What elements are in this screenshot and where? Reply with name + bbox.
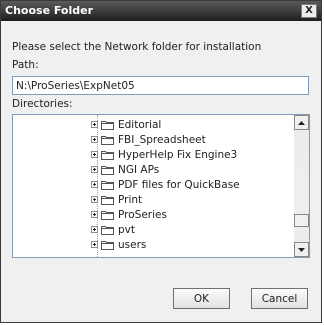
tree-item-label: Editorial <box>118 118 162 131</box>
arrow-up-icon <box>298 120 305 125</box>
vertical-scrollbar[interactable] <box>294 115 309 257</box>
folder-icon <box>101 135 114 145</box>
tree-item-label: Print <box>118 193 143 206</box>
scroll-thumb[interactable] <box>294 214 309 228</box>
path-label: Path: <box>12 59 39 71</box>
title-bar[interactable]: Choose Folder X <box>1 1 321 21</box>
expand-icon[interactable] <box>91 226 98 233</box>
close-button[interactable]: X <box>301 4 317 18</box>
close-icon: X <box>305 5 313 16</box>
directories-label: Directories: <box>12 98 73 110</box>
instruction-text: Please select the Network folder for ins… <box>12 41 262 53</box>
dialog-title: Choose Folder <box>5 4 94 17</box>
folder-icon <box>101 195 114 205</box>
tree-item-label: NGI APs <box>118 163 160 176</box>
expand-icon[interactable] <box>91 241 98 248</box>
tree-item[interactable]: users <box>91 238 146 251</box>
scroll-up-button[interactable] <box>294 115 309 130</box>
directories-tree[interactable]: Editorial FBI_Spreadsheet HyperHelp Fix … <box>12 114 310 258</box>
tree-item-label: ProSeries <box>118 208 167 221</box>
expand-icon[interactable] <box>91 166 98 173</box>
tree-item[interactable]: FBI_Spreadsheet <box>91 133 206 146</box>
cancel-button[interactable]: Cancel <box>251 288 308 309</box>
expand-icon[interactable] <box>91 151 98 158</box>
tree-item[interactable]: Editorial <box>91 118 161 131</box>
tree-item-label: FBI_Spreadsheet <box>118 133 206 146</box>
folder-icon <box>101 120 114 130</box>
tree-item[interactable]: PDF files for QuickBase <box>91 178 240 191</box>
ok-button[interactable]: OK <box>173 288 230 309</box>
expand-icon[interactable] <box>91 121 98 128</box>
folder-icon <box>101 180 114 190</box>
tree-item-label: pvt <box>118 223 135 236</box>
tree-item-label: PDF files for QuickBase <box>118 178 240 191</box>
folder-icon <box>101 225 114 235</box>
arrow-down-icon <box>298 247 305 252</box>
folder-icon <box>101 150 114 160</box>
folder-icon <box>101 165 114 175</box>
expand-icon[interactable] <box>91 211 98 218</box>
expand-icon[interactable] <box>91 136 98 143</box>
tree-item-label: users <box>118 238 147 251</box>
choose-folder-dialog: Choose Folder X Please select the Networ… <box>0 0 322 323</box>
expand-icon[interactable] <box>91 181 98 188</box>
tree-view: Editorial FBI_Spreadsheet HyperHelp Fix … <box>13 115 295 257</box>
path-input[interactable] <box>12 76 309 95</box>
tree-item[interactable]: Print <box>91 193 142 206</box>
scroll-down-button[interactable] <box>294 242 309 257</box>
folder-icon <box>101 240 114 250</box>
tree-item[interactable]: ProSeries <box>91 208 167 221</box>
tree-item[interactable]: pvt <box>91 223 135 236</box>
tree-item[interactable]: HyperHelp Fix Engine3 <box>91 148 237 161</box>
expand-icon[interactable] <box>91 196 98 203</box>
tree-item-label: HyperHelp Fix Engine3 <box>118 148 238 161</box>
tree-item[interactable]: NGI APs <box>91 163 159 176</box>
folder-icon <box>101 210 114 220</box>
